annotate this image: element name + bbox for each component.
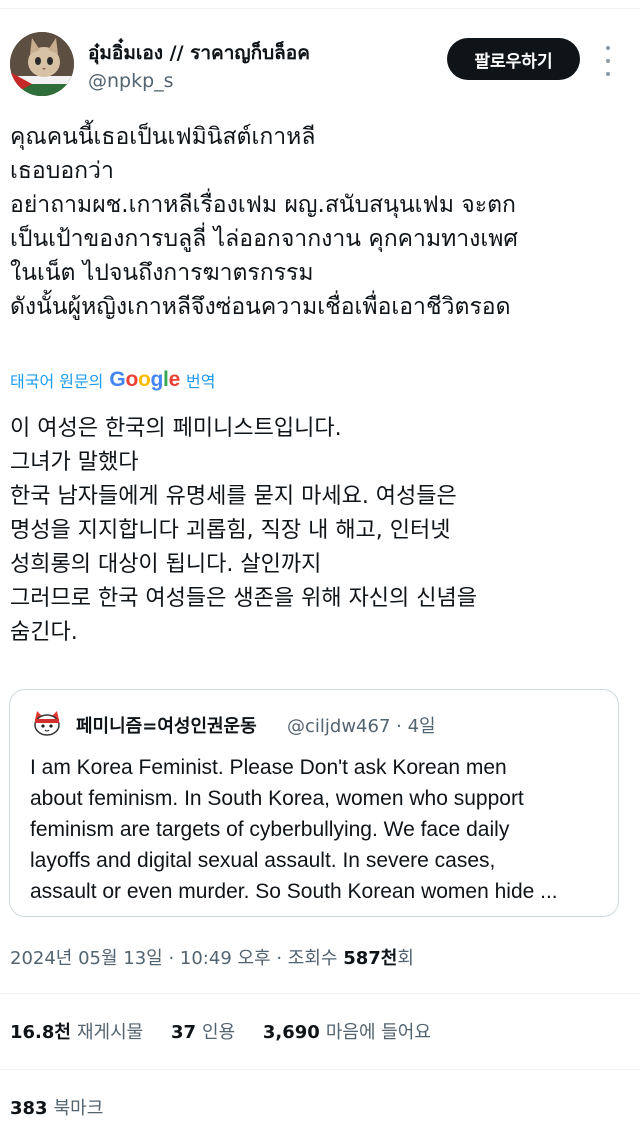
tweet-text-line: เธอบอกว่า bbox=[10, 158, 114, 184]
tweet-text-line: ในเน็ต ไปจนถึงการฆาตรกรรม bbox=[10, 260, 314, 286]
translated-line: 그러므로 한국 여성들은 생존을 위해 자신의 신념을 bbox=[10, 586, 478, 611]
follow-button[interactable]: 팔로우하기 bbox=[447, 38, 580, 80]
translated-line: 성희롱의 대상이 됩니다. 살인까지 bbox=[10, 552, 322, 577]
separator: · bbox=[396, 716, 402, 737]
quote-text-line: feminism are targets of cyberbullying. W… bbox=[30, 818, 510, 841]
quote-author-meta: @ciljdw467 · 4일 bbox=[287, 712, 436, 738]
translated-line: 한국 남자들에게 유명세를 묻지 마세요. 여성들은 bbox=[10, 484, 457, 509]
translated-line: 그녀가 말했다 bbox=[10, 450, 139, 475]
reposts-count: 16.8천 bbox=[10, 1022, 71, 1043]
tweet-text-line: คุณคนนี้เธอเป็นเฟมินิสต์เกาหลี bbox=[10, 124, 316, 150]
engagement-stats: 16.8천 재게시물 37 인용 3,690 마음에 들어요 bbox=[10, 1018, 431, 1044]
bookmarks-stat[interactable]: 383 북마크 bbox=[10, 1094, 103, 1120]
avatar-cat-icon bbox=[34, 711, 60, 736]
views-count: 587천 bbox=[343, 948, 398, 969]
quote-text-line: I am Korea Feminist. Please Don't ask Ko… bbox=[30, 756, 507, 779]
author-avatar[interactable] bbox=[10, 32, 74, 96]
quote-author-handle[interactable]: @ciljdw467 bbox=[287, 716, 390, 737]
reposts-label: 재게시물 bbox=[76, 1022, 144, 1043]
tweet-text-line: อย่าถามผช.เกาหลีเรื่องเฟม ผญ.สนับสนุนเฟม… bbox=[10, 192, 516, 218]
translated-line: 숨긴다. bbox=[10, 620, 78, 645]
bookmarks-label: 북마크 bbox=[53, 1098, 104, 1119]
google-logo: Google bbox=[109, 368, 180, 391]
tweet-text-line: เป็นเป้าของการบลูลี่ ไล่ออกจากงาน คุกคาม… bbox=[10, 226, 519, 252]
dot bbox=[606, 72, 610, 76]
quote-age[interactable]: 4일 bbox=[408, 716, 436, 737]
quotes-stat[interactable]: 37 인용 bbox=[171, 1022, 235, 1043]
divider bbox=[0, 1069, 640, 1070]
likes-stat[interactable]: 3,690 마음에 들어요 bbox=[263, 1022, 431, 1043]
tweet-text-line: ดังนั้นผู้หญิงเกาหลีจึงซ่อนความเชื่อเพื่… bbox=[10, 294, 511, 320]
quotes-count: 37 bbox=[170, 1022, 197, 1043]
translated-text: 이 여성은 한국의 페미니스트입니다. 그녀가 말했다 한국 남자들에게 유명세… bbox=[10, 412, 630, 650]
dot bbox=[606, 59, 610, 63]
bookmarks-count: 383 bbox=[10, 1098, 48, 1119]
quote-text-line: about feminism. In South Korea, women wh… bbox=[30, 787, 524, 810]
likes-count: 3,690 bbox=[262, 1022, 320, 1043]
translate-suffix: 번역 bbox=[185, 372, 216, 391]
more-vertical-icon[interactable] bbox=[598, 46, 618, 76]
dot bbox=[606, 46, 610, 50]
divider bbox=[0, 993, 640, 994]
views-suffix: 회 bbox=[397, 948, 414, 969]
top-divider bbox=[0, 8, 640, 9]
quote-author-name[interactable]: 페미니즘=여성인권운동 bbox=[76, 712, 257, 738]
quotes-label: 인용 bbox=[202, 1022, 236, 1043]
timestamp-date[interactable]: 2024년 05월 13일 · 10:49 오후 · 조회수 bbox=[10, 948, 337, 969]
tweet-text: คุณคนนี้เธอเป็นเฟมินิสต์เกาหลี เธอบอกว่า… bbox=[10, 120, 630, 324]
likes-label: 마음에 들어요 bbox=[325, 1022, 431, 1043]
quote-text-line: assault or even murder. So South Korean … bbox=[30, 880, 558, 903]
avatar-cat-icon bbox=[10, 32, 74, 96]
author-handle[interactable]: @npkp_s bbox=[88, 70, 174, 92]
translate-link[interactable]: 태국어 원문의 Google 번역 bbox=[10, 368, 215, 392]
translated-line: 명성을 지지합니다 괴롭힘, 직장 내 해고, 인터넷 bbox=[10, 518, 451, 543]
translate-prefix: 태국어 원문의 bbox=[10, 372, 104, 391]
translated-line: 이 여성은 한국의 페미니스트입니다. bbox=[10, 416, 342, 441]
quote-text: I am Korea Feminist. Please Don't ask Ko… bbox=[30, 752, 610, 907]
quote-text-line: layoffs and digital sexual assault. In s… bbox=[30, 849, 496, 872]
reposts-stat[interactable]: 16.8천 재게시물 bbox=[10, 1022, 143, 1043]
quote-tweet-card[interactable]: 페미니즘=여성인권운동 @ciljdw467 · 4일 I am Korea F… bbox=[9, 689, 619, 917]
tweet-timestamp: 2024년 05월 13일 · 10:49 오후 · 조회수 587천회 bbox=[10, 944, 414, 970]
author-display-name[interactable]: อุ๋มอิ๋มเอง // ราคาญก็บล็อค bbox=[88, 38, 310, 68]
